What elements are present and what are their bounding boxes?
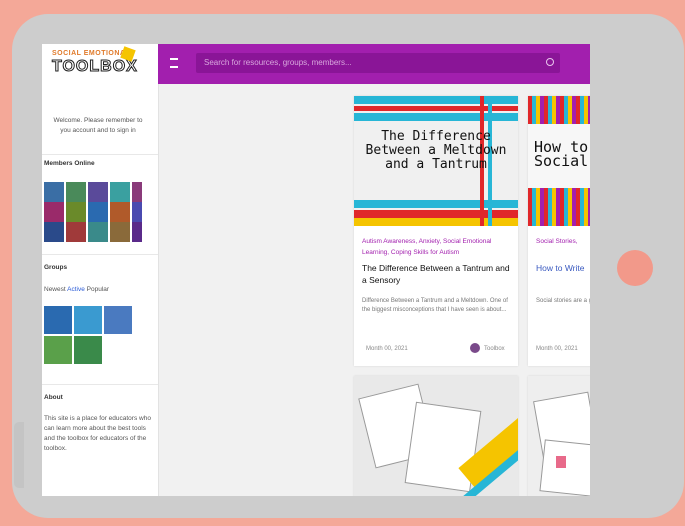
card-description: Difference Between a Tantrum and a Meltd… xyxy=(362,298,508,313)
avatar[interactable] xyxy=(44,202,64,222)
resource-card[interactable]: The Difference Between a Meltdown and a … xyxy=(354,96,518,366)
tablet-home-button[interactable] xyxy=(617,250,653,286)
site-logo[interactable]: SOCIAL EMOTIONAL TOOLBOX xyxy=(42,44,158,84)
sidebar: Welcome. Please remember to you account … xyxy=(42,84,159,496)
avatar[interactable] xyxy=(110,202,130,222)
filter-popular[interactable]: Popular xyxy=(87,286,109,293)
welcome-text: Welcome. Please remember to you account … xyxy=(53,117,143,134)
logo-top-text: SOCIAL EMOTIONAL xyxy=(52,50,131,57)
avatar[interactable] xyxy=(132,182,142,202)
menu-icon[interactable] xyxy=(170,58,178,68)
card-cover: The Difference Between a Meltdown and a … xyxy=(354,96,518,226)
card-description: Social stories are a great tool to teach… xyxy=(536,298,590,304)
tablet-side-button xyxy=(14,422,24,488)
card-date: Month 00, 2021 xyxy=(366,346,408,352)
resource-card[interactable] xyxy=(354,376,518,496)
avatar[interactable] xyxy=(132,202,142,222)
avatar[interactable] xyxy=(88,202,108,222)
groups-filter: Newest Active Popular xyxy=(44,286,109,293)
avatar[interactable] xyxy=(132,222,142,242)
filter-active[interactable]: Active xyxy=(67,286,85,293)
avatar[interactable] xyxy=(44,222,64,242)
card-cover-title: The Difference Between a Meltdown and a … xyxy=(365,129,507,172)
top-bar: Search for resources, groups, members... xyxy=(158,44,590,84)
divider xyxy=(42,154,158,155)
avatar[interactable] xyxy=(110,222,130,242)
card-title[interactable]: The Difference Between a Tantrum and a S… xyxy=(362,262,512,286)
filter-newest[interactable]: Newest xyxy=(44,286,66,293)
divider xyxy=(42,254,158,255)
card-cover: How to Teach Social xyxy=(528,96,590,226)
group-avatar[interactable] xyxy=(74,336,102,364)
group-avatar[interactable] xyxy=(104,306,132,334)
card-cover xyxy=(354,376,518,496)
tablet-screen: SOCIAL EMOTIONAL TOOLBOX Search for reso… xyxy=(42,44,590,496)
resource-card[interactable]: How to Teach Social Social Stories, How … xyxy=(528,96,590,366)
group-avatar[interactable] xyxy=(74,306,102,334)
logo-main-text: TOOLBOX xyxy=(52,58,138,76)
card-author[interactable]: Toolbox xyxy=(484,346,505,352)
search-placeholder: Search for resources, groups, members... xyxy=(204,58,352,67)
members-title: Members Online xyxy=(44,160,95,167)
avatar[interactable] xyxy=(44,182,64,202)
groups-title: Groups xyxy=(44,264,68,271)
group-avatar[interactable] xyxy=(44,306,72,334)
avatar[interactable] xyxy=(66,202,86,222)
card-date: Month 00, 2021 xyxy=(536,346,578,352)
about-text: This site is a place for educators who c… xyxy=(44,415,151,452)
author-avatar[interactable] xyxy=(470,343,480,353)
divider xyxy=(42,384,158,385)
card-cover-title: How to Teach Social xyxy=(534,138,590,170)
search-input[interactable]: Search for resources, groups, members... xyxy=(196,53,560,73)
avatar[interactable] xyxy=(88,182,108,202)
avatar[interactable] xyxy=(110,182,130,202)
search-icon[interactable] xyxy=(546,58,554,66)
about-title: About xyxy=(44,394,63,401)
resource-card[interactable] xyxy=(528,376,590,496)
avatar[interactable] xyxy=(88,222,108,242)
card-title[interactable]: How to Write xyxy=(536,262,590,274)
tablet-top-button xyxy=(140,14,290,30)
group-avatar[interactable] xyxy=(44,336,72,364)
avatar[interactable] xyxy=(66,222,86,242)
avatar[interactable] xyxy=(66,182,86,202)
card-categories[interactable]: Social Stories, xyxy=(536,236,590,247)
card-categories[interactable]: Autism Awareness, Anxiety, Social Emotio… xyxy=(362,236,512,258)
card-cover xyxy=(528,376,590,496)
